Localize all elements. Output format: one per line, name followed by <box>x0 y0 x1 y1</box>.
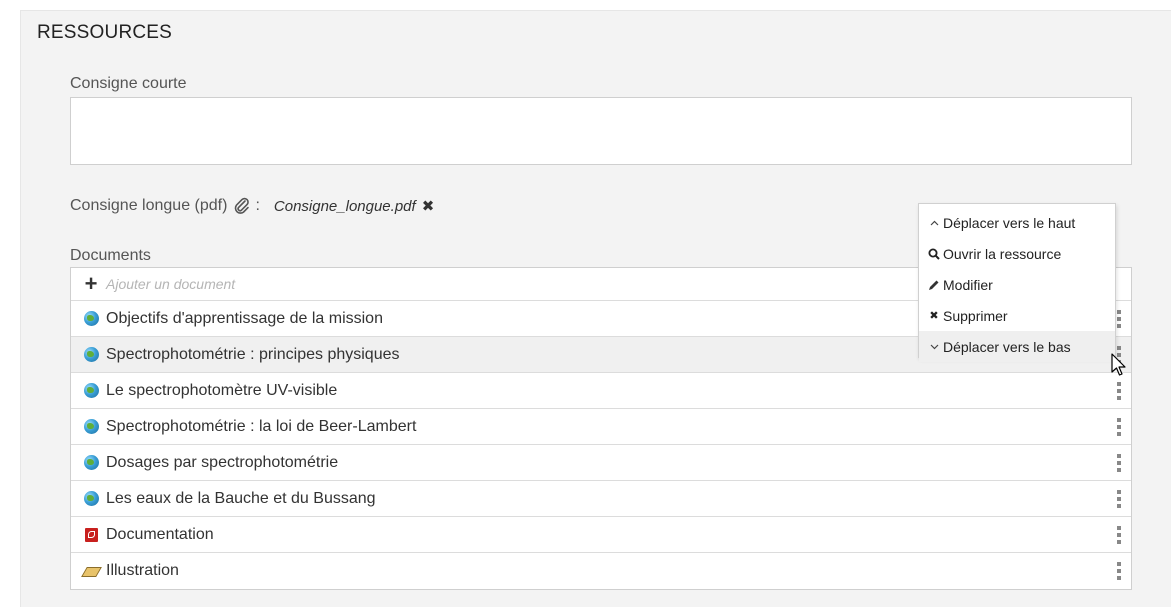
long-instruction-row: Consigne longue (pdf) : Consigne_longue.… <box>70 195 434 217</box>
document-context-menu: Déplacer vers le haut Ouvrir la ressourc… <box>918 203 1116 362</box>
document-title[interactable]: Spectrophotométrie : la loi de Beer-Lamb… <box>106 418 416 436</box>
menu-item-move-up[interactable]: Déplacer vers le haut <box>919 207 1115 238</box>
globe-icon <box>83 419 99 435</box>
menu-item-delete[interactable]: ✖ Supprimer <box>919 300 1115 331</box>
mouse-cursor-icon <box>1111 353 1126 376</box>
document-title[interactable]: Illustration <box>106 562 179 580</box>
document-row[interactable]: Les eaux de la Bauche et du Bussang <box>71 481 1131 517</box>
add-document-placeholder: Ajouter un document <box>106 276 236 292</box>
globe-icon <box>83 311 99 327</box>
image-icon <box>83 563 99 579</box>
menu-item-label: Supprimer <box>943 307 1008 324</box>
document-title[interactable]: Dosages par spectrophotométrie <box>106 454 338 472</box>
menu-item-move-down[interactable]: Déplacer vers le bas <box>919 331 1115 362</box>
more-options-icon[interactable] <box>1117 382 1121 400</box>
document-title[interactable]: Le spectrophotomètre UV-visible <box>106 382 337 400</box>
paperclip-icon[interactable] <box>233 197 251 215</box>
plus-icon[interactable]: + <box>83 273 99 295</box>
document-title[interactable]: Spectrophotométrie : principes physiques <box>106 346 400 364</box>
long-instruction-label: Consigne longue (pdf) <box>70 197 228 214</box>
document-row[interactable]: Illustration <box>71 553 1131 589</box>
search-icon <box>927 248 941 260</box>
pdf-icon <box>83 527 99 543</box>
document-row[interactable]: Le spectrophotomètre UV-visible <box>71 373 1131 409</box>
short-instruction-label: Consigne courte <box>70 75 187 92</box>
document-row[interactable]: Dosages par spectrophotométrie <box>71 445 1131 481</box>
document-title[interactable]: Les eaux de la Bauche et du Bussang <box>106 490 376 508</box>
menu-item-label: Déplacer vers le haut <box>943 214 1076 231</box>
menu-item-label: Déplacer vers le bas <box>943 338 1071 355</box>
globe-icon <box>83 383 99 399</box>
documents-label: Documents <box>70 247 151 264</box>
more-options-icon[interactable] <box>1117 562 1121 580</box>
more-options-icon[interactable] <box>1117 418 1121 436</box>
pdf-filename-link[interactable]: Consigne_longue.pdf <box>274 198 416 215</box>
short-instruction-textarea[interactable] <box>70 97 1132 165</box>
globe-icon <box>83 347 99 363</box>
document-title[interactable]: Documentation <box>106 526 214 544</box>
more-options-icon[interactable] <box>1117 490 1121 508</box>
menu-item-open[interactable]: Ouvrir la ressource <box>919 238 1115 269</box>
close-icon: ✖ <box>929 310 939 322</box>
globe-icon <box>83 491 99 507</box>
pencil-icon <box>927 279 941 291</box>
close-icon[interactable]: ✖ <box>422 197 435 215</box>
colon-separator: : <box>255 197 260 214</box>
menu-item-edit[interactable]: Modifier <box>919 269 1115 300</box>
section-title: RESSOURCES <box>37 22 173 43</box>
document-row[interactable]: Documentation <box>71 517 1131 553</box>
menu-item-label: Modifier <box>943 276 993 293</box>
document-row[interactable]: Spectrophotométrie : la loi de Beer-Lamb… <box>71 409 1131 445</box>
more-options-icon[interactable] <box>1117 454 1121 472</box>
more-options-icon[interactable] <box>1117 526 1121 544</box>
menu-item-label: Ouvrir la ressource <box>943 245 1062 262</box>
globe-icon <box>83 455 99 471</box>
chevron-down-icon <box>927 344 941 350</box>
more-options-icon[interactable] <box>1117 310 1121 328</box>
chevron-up-icon <box>927 220 941 226</box>
document-title[interactable]: Objectifs d'apprentissage de la mission <box>106 310 383 328</box>
